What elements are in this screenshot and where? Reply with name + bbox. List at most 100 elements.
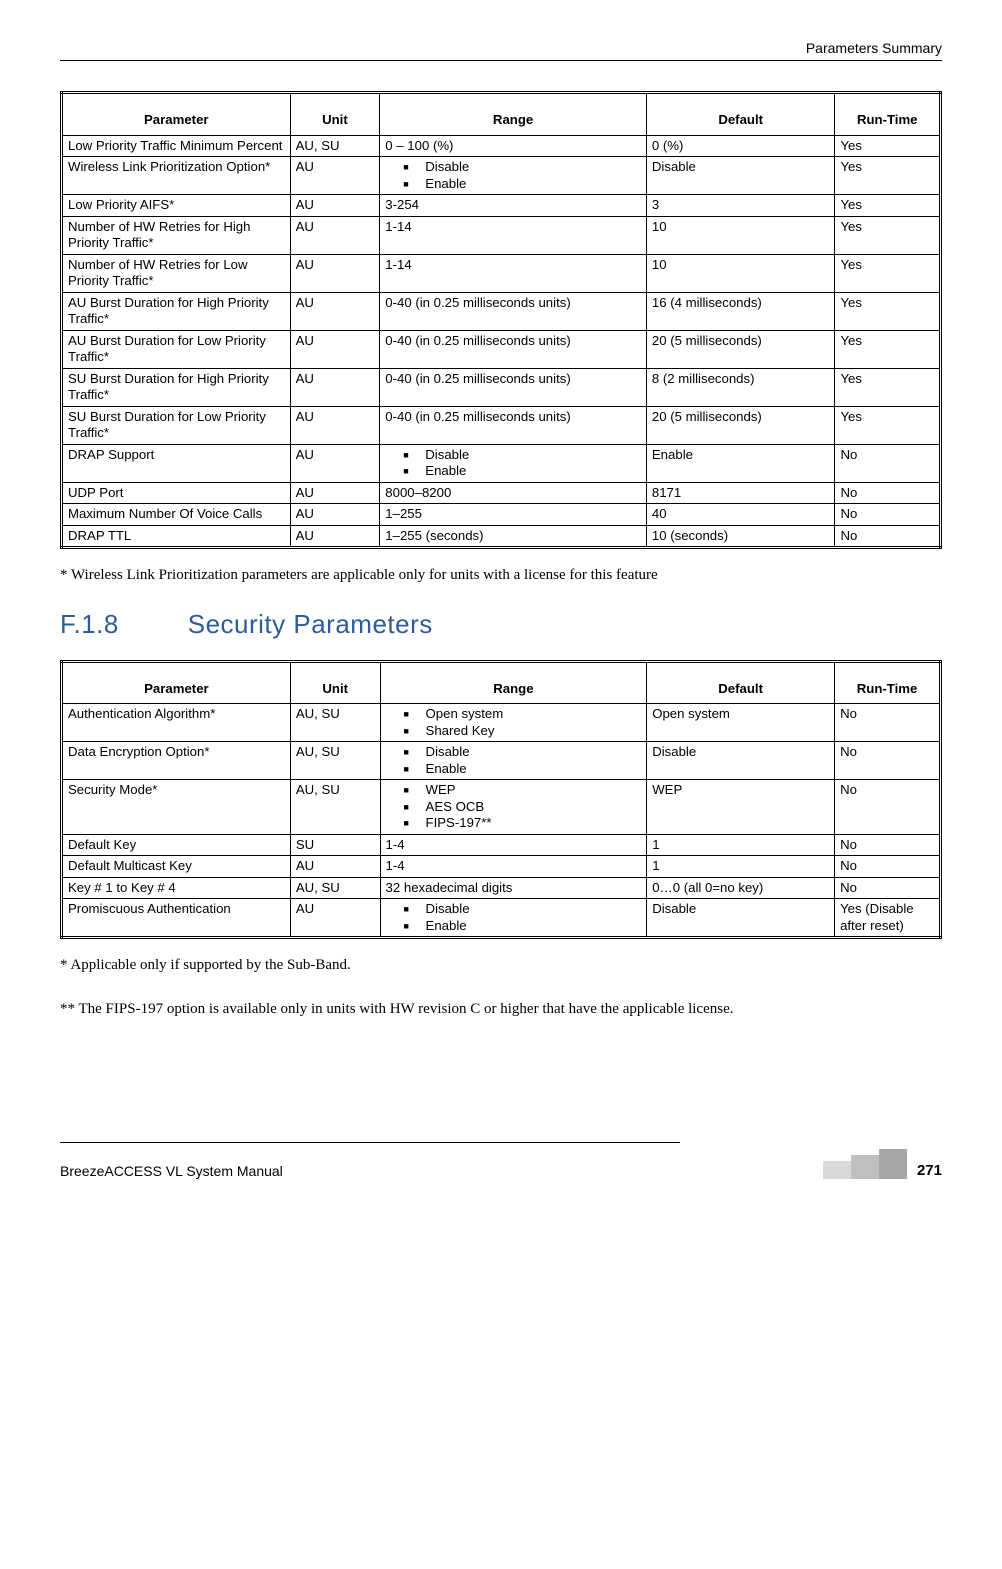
column-header: Range [380, 93, 647, 136]
cell-parameter: Low Priority AIFS* [62, 195, 291, 217]
cell-parameter: DRAP Support [62, 444, 291, 482]
cell-unit: AU, SU [290, 704, 380, 742]
cell-default: 10 (seconds) [646, 525, 835, 548]
cell-range: 1-4 [380, 856, 647, 878]
cell-unit: AU [290, 368, 380, 406]
range-option: Enable [404, 918, 642, 935]
table-row: Number of HW Retries for Low Priority Tr… [62, 254, 941, 292]
cell-runtime: Yes [835, 157, 941, 195]
cell-default: 0…0 (all 0=no key) [647, 877, 835, 899]
cell-default: 10 [646, 216, 835, 254]
cell-unit: AU [290, 157, 380, 195]
cell-range: 3-254 [380, 195, 647, 217]
cell-parameter: Key # 1 to Key # 4 [62, 877, 291, 899]
cell-range: 0-40 (in 0.25 milliseconds units) [380, 406, 647, 444]
table-row: Data Encryption Option*AU, SUDisableEnab… [62, 742, 941, 780]
table-row: Default KeySU1-41No [62, 834, 941, 856]
cell-parameter: Security Mode* [62, 780, 291, 835]
cell-default: Enable [646, 444, 835, 482]
cell-range: 1-4 [380, 834, 647, 856]
cell-parameter: Wireless Link Prioritization Option* [62, 157, 291, 195]
cell-parameter: SU Burst Duration for Low Priority Traff… [62, 406, 291, 444]
cell-range: 0-40 (in 0.25 milliseconds units) [380, 330, 647, 368]
cell-range: 1-14 [380, 254, 647, 292]
cell-runtime: Yes [835, 195, 941, 217]
cell-default: 10 [646, 254, 835, 292]
column-header: Range [380, 661, 647, 704]
column-header: Parameter [62, 93, 291, 136]
cell-unit: AU [290, 504, 380, 526]
cell-default: 16 (4 milliseconds) [646, 292, 835, 330]
cell-runtime: No [835, 525, 941, 548]
table-row: DRAP TTLAU1–255 (seconds)10 (seconds)No [62, 525, 941, 548]
cell-range: DisableEnable [380, 742, 647, 780]
parameters-table-2: ParameterUnitRangeDefaultRun-Time Authen… [60, 660, 942, 940]
cell-default: Disable [646, 157, 835, 195]
table-row: Number of HW Retries for High Priority T… [62, 216, 941, 254]
table-row: Promiscuous AuthenticationAUDisableEnabl… [62, 899, 941, 938]
cell-default: 0 (%) [646, 135, 835, 157]
cell-default: 20 (5 milliseconds) [646, 330, 835, 368]
table-row: UDP PortAU8000–82008171No [62, 482, 941, 504]
cell-runtime: Yes [835, 368, 941, 406]
cell-default: Disable [647, 899, 835, 938]
cell-parameter: Maximum Number Of Voice Calls [62, 504, 291, 526]
cell-runtime: No [835, 482, 941, 504]
cell-runtime: Yes [835, 254, 941, 292]
cell-range: Open systemShared Key [380, 704, 647, 742]
cell-parameter: AU Burst Duration for Low Priority Traff… [62, 330, 291, 368]
cell-unit: AU [290, 444, 380, 482]
cell-default: WEP [647, 780, 835, 835]
footnote-2: * Applicable only if supported by the Su… [60, 953, 942, 979]
column-header: Parameter [62, 661, 291, 704]
cell-range: 0-40 (in 0.25 milliseconds units) [380, 368, 647, 406]
cell-parameter: Data Encryption Option* [62, 742, 291, 780]
range-option: Disable [403, 447, 641, 464]
cell-runtime: Yes (Disable after reset) [835, 899, 941, 938]
cell-range: DisableEnable [380, 444, 647, 482]
table-row: Wireless Link Prioritization Option*AU Di… [62, 157, 941, 195]
column-header: Default [646, 93, 835, 136]
cell-range: DisableEnable [380, 899, 647, 938]
cell-unit: AU [290, 254, 380, 292]
cell-range: 0-40 (in 0.25 milliseconds units) [380, 292, 647, 330]
cell-default: 8171 [646, 482, 835, 504]
cell-runtime: Yes [835, 292, 941, 330]
table-row: Maximum Number Of Voice CallsAU1–25540No [62, 504, 941, 526]
cell-runtime: No [835, 704, 941, 742]
cell-range: WEPAES OCBFIPS-197** [380, 780, 647, 835]
table-row: Low Priority AIFS*AU3-2543Yes [62, 195, 941, 217]
cell-parameter: DRAP TTL [62, 525, 291, 548]
table-row: Default Multicast KeyAU1-41No [62, 856, 941, 878]
range-option: Disable [404, 744, 642, 761]
cell-runtime: No [835, 780, 941, 835]
table-row: DRAP SupportAUDisableEnableEnableNo [62, 444, 941, 482]
cell-parameter: AU Burst Duration for High Priority Traf… [62, 292, 291, 330]
cell-range: 32 hexadecimal digits [380, 877, 647, 899]
cell-unit: AU, SU [290, 742, 380, 780]
cell-parameter: Number of HW Retries for High Priority T… [62, 216, 291, 254]
cell-runtime: No [835, 742, 941, 780]
cell-unit: AU [290, 856, 380, 878]
range-option: Enable [404, 761, 642, 778]
cell-range: 8000–8200 [380, 482, 647, 504]
range-option: Shared Key [404, 723, 642, 740]
cell-runtime: No [835, 856, 941, 878]
cell-parameter: Default Key [62, 834, 291, 856]
cell-runtime: No [835, 877, 941, 899]
footer-manual-title: BreezeACCESS VL System Manual [60, 1163, 283, 1179]
table-row: Low Priority Traffic Minimum PercentAU, … [62, 135, 941, 157]
table-row: AU Burst Duration for Low Priority Traff… [62, 330, 941, 368]
cell-default: 8 (2 milliseconds) [646, 368, 835, 406]
cell-range: 1–255 (seconds) [380, 525, 647, 548]
cell-runtime: Yes [835, 135, 941, 157]
cell-default: Disable [647, 742, 835, 780]
cell-runtime: Yes [835, 406, 941, 444]
cell-unit: AU, SU [290, 135, 380, 157]
page-number: 271 [917, 1162, 942, 1179]
cell-default: 3 [646, 195, 835, 217]
range-option: AES OCB [404, 799, 642, 816]
cell-parameter: UDP Port [62, 482, 291, 504]
cell-unit: AU, SU [290, 877, 380, 899]
cell-parameter: Promiscuous Authentication [62, 899, 291, 938]
